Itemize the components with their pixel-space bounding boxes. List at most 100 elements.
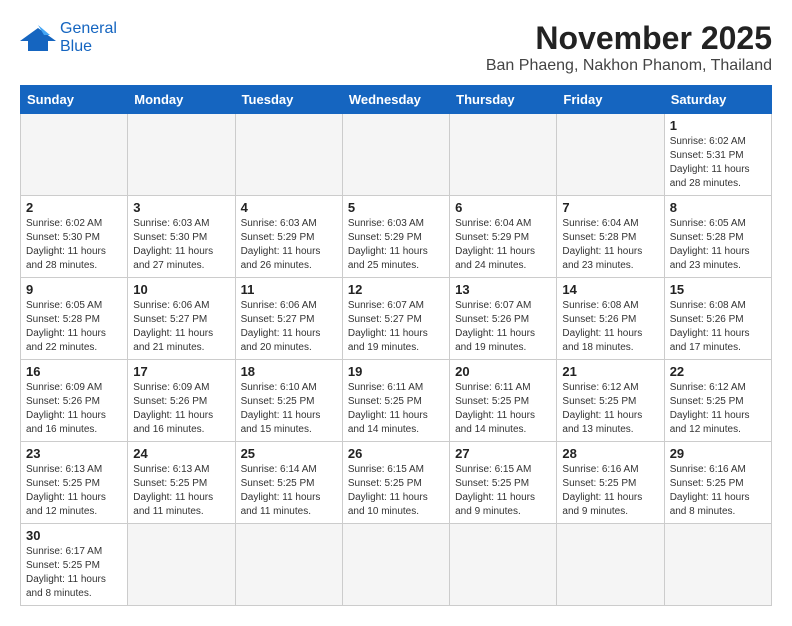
day-number: 28 — [562, 446, 658, 461]
calendar-row-5: 23 Sunrise: 6:13 AM Sunset: 5:25 PM Dayli… — [21, 442, 772, 524]
logo-general: General — [60, 20, 117, 37]
weekday-header-row: SundayMondayTuesdayWednesdayThursdayFrid… — [21, 86, 772, 114]
calendar-cell — [557, 524, 664, 606]
day-number: 14 — [562, 282, 658, 297]
calendar-cell — [21, 114, 128, 196]
calendar-row-6: 30Sunrise: 6:17 AM Sunset: 5:25 PM Dayli… — [21, 524, 772, 606]
day-number: 27 — [455, 446, 551, 461]
day-number: 21 — [562, 364, 658, 379]
day-info: Sunrise: 6:15 AM Sunset: 5:25 PM Dayligh… — [455, 463, 551, 519]
day-number: 12 — [348, 282, 444, 297]
day-number: 26 — [348, 446, 444, 461]
weekday-header-saturday: Saturday — [664, 86, 771, 114]
day-info: Sunrise: 6:15 AM Sunset: 5:25 PM Dayligh… — [348, 463, 444, 519]
calendar-cell: 12 Sunrise: 6:07 AM Sunset: 5:27 PM Dayli… — [342, 278, 449, 360]
calendar-row-1: 1 Sunrise: 6:02 AM Sunset: 5:31 PM Daylig… — [21, 114, 772, 196]
day-number: 24 — [133, 446, 229, 461]
calendar-cell — [128, 524, 235, 606]
day-info: Sunrise: 6:07 AM Sunset: 5:26 PM Dayligh… — [455, 299, 551, 355]
calendar-cell — [342, 114, 449, 196]
calendar-cell — [342, 524, 449, 606]
day-info: Sunrise: 6:11 AM Sunset: 5:25 PM Dayligh… — [348, 381, 444, 437]
calendar-cell: 5 Sunrise: 6:03 AM Sunset: 5:29 PM Daylig… — [342, 196, 449, 278]
day-number: 15 — [670, 282, 766, 297]
day-number: 19 — [348, 364, 444, 379]
calendar-cell: 14Sunrise: 6:08 AM Sunset: 5:26 PM Dayli… — [557, 278, 664, 360]
calendar-cell: 3 Sunrise: 6:03 AM Sunset: 5:30 PM Daylig… — [128, 196, 235, 278]
day-info: Sunrise: 6:11 AM Sunset: 5:25 PM Dayligh… — [455, 381, 551, 437]
day-info: Sunrise: 6:10 AM Sunset: 5:25 PM Dayligh… — [241, 381, 337, 437]
calendar-cell: 20 Sunrise: 6:11 AM Sunset: 5:25 PM Dayli… — [450, 360, 557, 442]
day-number: 3 — [133, 200, 229, 215]
calendar-cell: 27 Sunrise: 6:15 AM Sunset: 5:25 PM Dayli… — [450, 442, 557, 524]
day-info: Sunrise: 6:16 AM Sunset: 5:25 PM Dayligh… — [562, 463, 658, 519]
page-title: November 2025 — [486, 20, 772, 57]
calendar-cell: 9 Sunrise: 6:05 AM Sunset: 5:28 PM Daylig… — [21, 278, 128, 360]
page-header: General Blue November 2025 Ban Phaeng, N… — [20, 20, 772, 75]
calendar-row-3: 9 Sunrise: 6:05 AM Sunset: 5:28 PM Daylig… — [21, 278, 772, 360]
day-info: Sunrise: 6:05 AM Sunset: 5:28 PM Dayligh… — [26, 299, 122, 355]
calendar-cell: 6 Sunrise: 6:04 AM Sunset: 5:29 PM Daylig… — [450, 196, 557, 278]
day-info: Sunrise: 6:03 AM Sunset: 5:29 PM Dayligh… — [348, 217, 444, 273]
calendar-cell: 10Sunrise: 6:06 AM Sunset: 5:27 PM Dayli… — [128, 278, 235, 360]
calendar-cell: 26 Sunrise: 6:15 AM Sunset: 5:25 PM Dayli… — [342, 442, 449, 524]
day-info: Sunrise: 6:02 AM Sunset: 5:30 PM Dayligh… — [26, 217, 122, 273]
logo-blue: Blue — [60, 38, 92, 55]
day-number: 16 — [26, 364, 122, 379]
calendar-row-2: 2 Sunrise: 6:02 AM Sunset: 5:30 PM Daylig… — [21, 196, 772, 278]
weekday-header-monday: Monday — [128, 86, 235, 114]
day-number: 25 — [241, 446, 337, 461]
day-number: 5 — [348, 200, 444, 215]
logo-icon — [20, 23, 56, 53]
day-info: Sunrise: 6:16 AM Sunset: 5:25 PM Dayligh… — [670, 463, 766, 519]
calendar-row-4: 16 Sunrise: 6:09 AM Sunset: 5:26 PM Dayli… — [21, 360, 772, 442]
day-number: 1 — [670, 118, 766, 133]
day-number: 17 — [133, 364, 229, 379]
weekday-header-tuesday: Tuesday — [235, 86, 342, 114]
calendar-cell — [450, 114, 557, 196]
calendar-cell — [128, 114, 235, 196]
day-info: Sunrise: 6:04 AM Sunset: 5:29 PM Dayligh… — [455, 217, 551, 273]
calendar-cell: 18 Sunrise: 6:10 AM Sunset: 5:25 PM Dayli… — [235, 360, 342, 442]
day-number: 9 — [26, 282, 122, 297]
day-info: Sunrise: 6:03 AM Sunset: 5:30 PM Dayligh… — [133, 217, 229, 273]
calendar-cell: 15Sunrise: 6:08 AM Sunset: 5:26 PM Dayli… — [664, 278, 771, 360]
calendar-cell: 19 Sunrise: 6:11 AM Sunset: 5:25 PM Dayli… — [342, 360, 449, 442]
weekday-header-wednesday: Wednesday — [342, 86, 449, 114]
calendar-cell — [235, 524, 342, 606]
day-info: Sunrise: 6:09 AM Sunset: 5:26 PM Dayligh… — [133, 381, 229, 437]
page-subtitle: Ban Phaeng, Nakhon Phanom, Thailand — [486, 57, 772, 75]
day-number: 20 — [455, 364, 551, 379]
day-info: Sunrise: 6:02 AM Sunset: 5:31 PM Dayligh… — [670, 135, 766, 191]
logo-text: General Blue — [60, 20, 117, 55]
day-info: Sunrise: 6:07 AM Sunset: 5:27 PM Dayligh… — [348, 299, 444, 355]
day-info: Sunrise: 6:13 AM Sunset: 5:25 PM Dayligh… — [133, 463, 229, 519]
day-number: 2 — [26, 200, 122, 215]
calendar-cell: 28 Sunrise: 6:16 AM Sunset: 5:25 PM Dayli… — [557, 442, 664, 524]
calendar-cell: 13Sunrise: 6:07 AM Sunset: 5:26 PM Dayli… — [450, 278, 557, 360]
day-info: Sunrise: 6:12 AM Sunset: 5:25 PM Dayligh… — [670, 381, 766, 437]
logo: General Blue — [20, 20, 117, 55]
day-info: Sunrise: 6:03 AM Sunset: 5:29 PM Dayligh… — [241, 217, 337, 273]
day-info: Sunrise: 6:06 AM Sunset: 5:27 PM Dayligh… — [133, 299, 229, 355]
weekday-header-thursday: Thursday — [450, 86, 557, 114]
day-number: 4 — [241, 200, 337, 215]
calendar-cell — [664, 524, 771, 606]
calendar-cell: 7Sunrise: 6:04 AM Sunset: 5:28 PM Daylig… — [557, 196, 664, 278]
day-number: 23 — [26, 446, 122, 461]
title-area: November 2025 Ban Phaeng, Nakhon Phanom,… — [486, 20, 772, 75]
day-number: 8 — [670, 200, 766, 215]
calendar-cell: 11Sunrise: 6:06 AM Sunset: 5:27 PM Dayli… — [235, 278, 342, 360]
calendar-cell: 22 Sunrise: 6:12 AM Sunset: 5:25 PM Dayli… — [664, 360, 771, 442]
day-number: 6 — [455, 200, 551, 215]
day-number: 22 — [670, 364, 766, 379]
day-info: Sunrise: 6:12 AM Sunset: 5:25 PM Dayligh… — [562, 381, 658, 437]
weekday-header-friday: Friday — [557, 86, 664, 114]
day-info: Sunrise: 6:17 AM Sunset: 5:25 PM Dayligh… — [26, 545, 122, 601]
day-number: 18 — [241, 364, 337, 379]
calendar-cell: 23Sunrise: 6:13 AM Sunset: 5:25 PM Dayli… — [21, 442, 128, 524]
day-info: Sunrise: 6:04 AM Sunset: 5:28 PM Dayligh… — [562, 217, 658, 273]
calendar-cell: 16 Sunrise: 6:09 AM Sunset: 5:26 PM Dayli… — [21, 360, 128, 442]
calendar-cell: 25Sunrise: 6:14 AM Sunset: 5:25 PM Dayli… — [235, 442, 342, 524]
day-info: Sunrise: 6:09 AM Sunset: 5:26 PM Dayligh… — [26, 381, 122, 437]
